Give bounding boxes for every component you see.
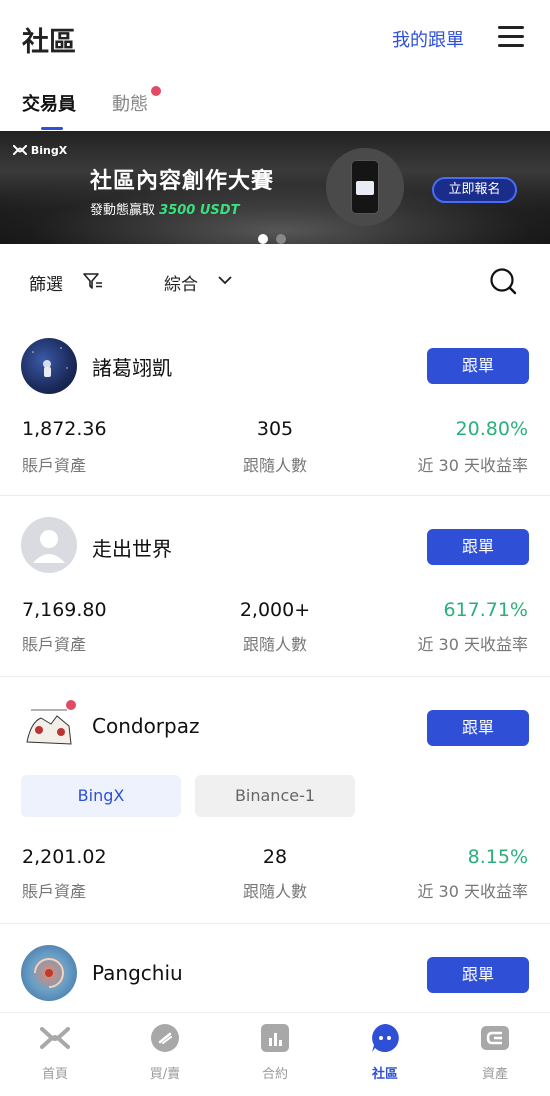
menu-icon[interactable] bbox=[498, 26, 524, 48]
tab-underline bbox=[41, 127, 63, 130]
nav-home[interactable]: 首頁 bbox=[15, 1023, 95, 1082]
roi-value: 20.80% bbox=[455, 418, 528, 440]
banner-subtitle-amount: 3500 USDT bbox=[159, 203, 240, 218]
nav-community-label: 社區 bbox=[371, 1067, 398, 1082]
roi-label: 近 30 天收益率 bbox=[417, 882, 528, 901]
roi-label: 近 30 天收益率 bbox=[417, 635, 528, 654]
follow-button[interactable]: 跟單 bbox=[427, 348, 529, 384]
follow-button[interactable]: 跟單 bbox=[427, 957, 529, 993]
nav-home-label: 首頁 bbox=[41, 1067, 68, 1082]
follow-button[interactable]: 跟單 bbox=[427, 529, 529, 565]
roi-value: 617.71% bbox=[443, 599, 528, 621]
banner-subtitle: 發動態贏取 3500 USDT bbox=[90, 199, 239, 218]
sort-label[interactable]: 綜合 bbox=[164, 270, 198, 295]
exchange-icon bbox=[151, 1024, 179, 1052]
my-follow-link[interactable]: 我的跟單 bbox=[392, 26, 464, 52]
filter-icon[interactable] bbox=[82, 270, 104, 292]
bottom-nav: 首頁 買/賣 合約 社區 資產 bbox=[0, 1012, 550, 1096]
header: 社區 我的跟單 bbox=[0, 0, 550, 76]
trader-card[interactable]: 諸葛翊凱 跟單 1,872.36 305 20.80% 賬戶資產 跟隨人數 近 … bbox=[0, 316, 550, 496]
promo-banner[interactable]: BingX 社區內容創作大賽 發動態贏取 3500 USDT 立即報名 bbox=[0, 131, 550, 244]
chevron-down-icon[interactable] bbox=[216, 271, 234, 289]
nav-trade[interactable]: 買/賣 bbox=[125, 1023, 205, 1082]
nav-assets-label: 資產 bbox=[481, 1067, 508, 1082]
trader-name[interactable]: 諸葛翊凱 bbox=[92, 352, 172, 381]
typhoon-avatar-image bbox=[34, 958, 64, 988]
tab-traders[interactable]: 交易員 bbox=[22, 90, 76, 116]
bingx-logo-icon bbox=[40, 1027, 70, 1049]
trader-name[interactable]: 走出世界 bbox=[92, 533, 172, 562]
nav-assets[interactable]: 資產 bbox=[455, 1023, 535, 1082]
trader-name[interactable]: Condorpaz bbox=[92, 714, 199, 738]
filter-bar: 篩選 綜合 bbox=[0, 254, 550, 310]
banner-logo-text: BingX bbox=[30, 144, 68, 157]
follow-button[interactable]: 跟單 bbox=[427, 710, 529, 746]
page-title: 社區 bbox=[22, 27, 76, 58]
trader-card[interactable]: Pangchiu 跟單 bbox=[0, 925, 550, 1015]
astronaut-avatar-image bbox=[32, 347, 68, 377]
community-icon bbox=[372, 1024, 399, 1052]
banner-signup-button[interactable]: 立即報名 bbox=[432, 177, 517, 203]
trader-card[interactable]: 走出世界 跟單 7,169.80 2,000+ 617.71% 賬戶資產 跟隨人… bbox=[0, 497, 550, 677]
banner-subtitle-prefix: 發動態贏取 bbox=[90, 203, 156, 218]
notification-dot bbox=[151, 86, 161, 96]
exchange-tag-bingx[interactable]: BingX bbox=[21, 775, 181, 817]
banner-pagination bbox=[258, 229, 294, 244]
avatar bbox=[21, 517, 77, 573]
avatar bbox=[21, 338, 77, 394]
default-user-icon bbox=[33, 530, 65, 563]
nav-futures-label: 合約 bbox=[261, 1067, 288, 1082]
trader-name[interactable]: Pangchiu bbox=[92, 961, 183, 985]
banner-dot-active[interactable] bbox=[258, 234, 268, 244]
notification-dot bbox=[66, 700, 76, 710]
nav-futures[interactable]: 合約 bbox=[235, 1023, 315, 1082]
avatar bbox=[21, 945, 77, 1001]
nav-community[interactable]: 社區 bbox=[345, 1023, 425, 1082]
chart-icon bbox=[261, 1024, 289, 1052]
filter-label[interactable]: 篩選 bbox=[29, 270, 63, 295]
phone-icon bbox=[351, 160, 379, 214]
exchange-tag-binance[interactable]: Binance-1 bbox=[195, 775, 355, 817]
roi-label: 近 30 天收益率 bbox=[417, 456, 528, 475]
nav-trade-label: 買/賣 bbox=[149, 1067, 181, 1082]
banner-title: 社區內容創作大賽 bbox=[90, 169, 275, 194]
wallet-icon bbox=[481, 1026, 509, 1050]
roi-value: 8.15% bbox=[467, 846, 528, 868]
search-icon[interactable] bbox=[489, 267, 517, 295]
bingx-logo-icon bbox=[12, 144, 28, 156]
tab-feed[interactable]: 動態 bbox=[112, 90, 148, 116]
banner-logo: BingX bbox=[12, 144, 68, 157]
banner-dot[interactable] bbox=[276, 234, 286, 244]
tab-bar: 交易員 動態 bbox=[0, 80, 550, 132]
